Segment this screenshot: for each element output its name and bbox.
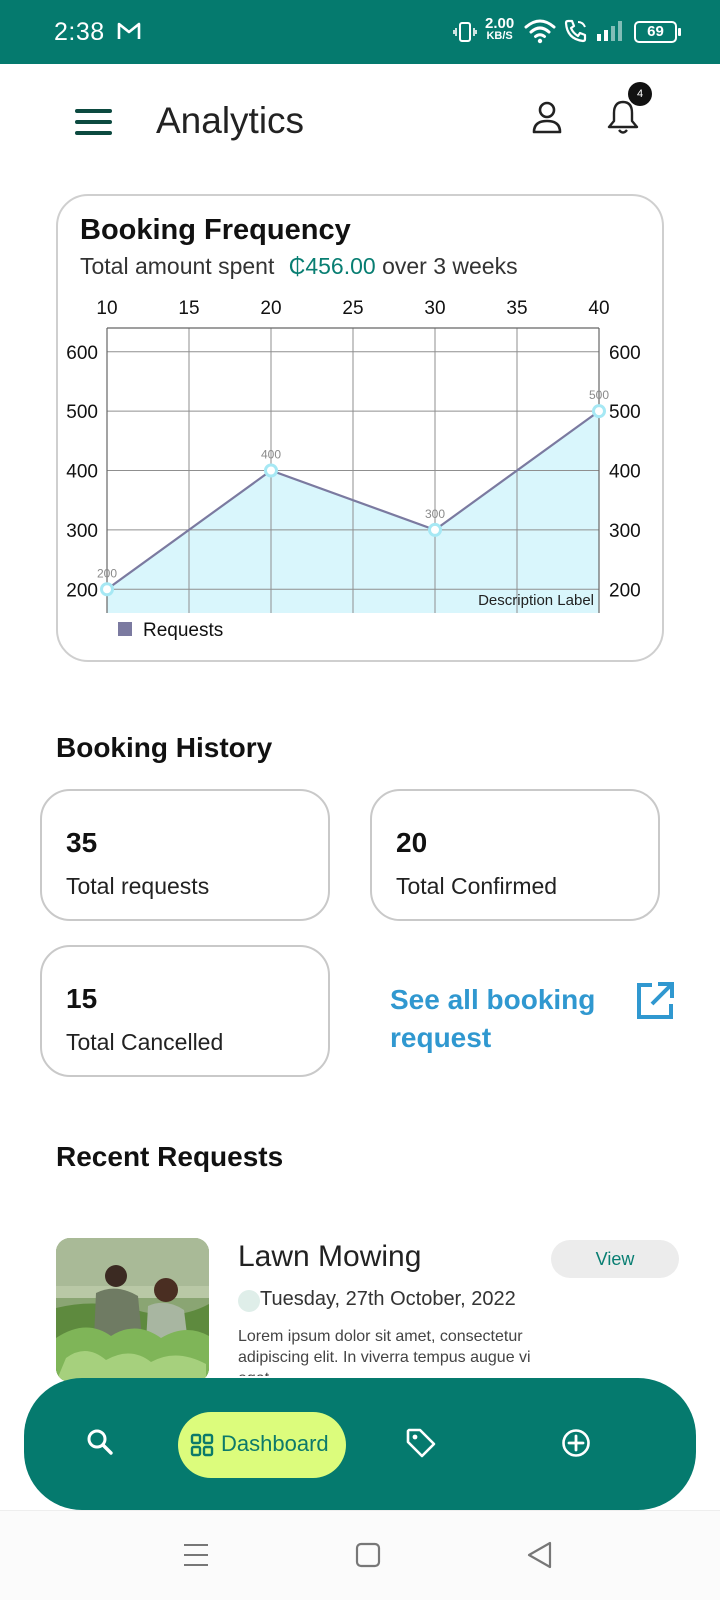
status-bar: 2:38 2.00 KB/S 69 [0,0,720,64]
recent-apps-icon[interactable] [183,1542,209,1568]
dashboard-icon [190,1433,214,1457]
x-tick-label: 15 [178,298,199,319]
see-all-bookings-link[interactable]: See all booking request [390,981,620,1057]
data-point [100,582,114,597]
data-point-label: 500 [589,388,609,402]
user-icon[interactable] [530,100,564,136]
y-tick-label-left: 500 [66,402,98,423]
y-tick-label-left: 200 [66,580,98,601]
nav-dashboard-button[interactable]: Dashboard [178,1412,346,1478]
stat-label: Total Cancelled [66,1029,224,1055]
view-request-button[interactable]: View [551,1240,679,1278]
network-speed-unit: KB/S [486,30,513,42]
calendar-icon [238,1290,260,1312]
data-point [592,404,606,419]
wifi-icon [524,19,556,44]
bottom-navigation [24,1378,696,1510]
page-title: Analytics [156,100,305,141]
booking-frequency-subtitle: Total amount spent ₵456.00 over 3 weeks [80,253,518,280]
add-circle-icon[interactable] [561,1428,591,1458]
data-point [428,522,442,537]
battery-icon: 69 [634,21,681,43]
x-tick-label: 20 [260,298,281,319]
y-tick-label-left: 300 [66,521,98,542]
booking-frequency-chart: 10 15 20 25 30 35 40200 200300 300400 400500 50060… [66,298,641,641]
chart-description-label: Description Label [478,592,594,609]
legend-swatch-requests [118,622,132,636]
search-icon[interactable] [86,1428,114,1456]
y-tick-label-right: 500 [609,402,641,423]
booking-history-title: Booking History [56,732,273,763]
legend-label-requests: Requests [143,620,223,641]
wifi-calling-icon [564,19,587,43]
subtitle-suffix: over 3 weeks [382,253,518,279]
network-speed: 2.00 KB/S [485,16,514,43]
data-point [264,463,278,478]
y-tick-label-right: 300 [609,521,641,542]
y-tick-label-left: 600 [66,343,98,364]
stat-card-total-confirmed[interactable]: 20 Total Confirmed [370,789,660,921]
x-tick-label: 10 [96,298,117,319]
y-tick-label-left: 400 [66,462,98,483]
back-icon[interactable] [527,1541,553,1569]
stat-card-total-requests[interactable]: 35 Total requests [40,789,330,921]
y-tick-label-right: 200 [609,580,641,601]
nav-dashboard-label: Dashboard [221,1431,329,1456]
home-icon[interactable] [355,1542,381,1568]
booking-frequency-title: Booking Frequency [80,214,351,246]
request-date: Tuesday, 27th October, 2022 [260,1288,516,1310]
request-thumbnail[interactable] [56,1238,209,1382]
notification-badge: 4 [628,82,652,106]
data-point-label: 400 [261,448,281,462]
tag-icon[interactable] [405,1427,437,1459]
stat-label: Total requests [66,873,210,899]
vibrate-icon [453,22,477,42]
y-tick-label-right: 600 [609,343,641,364]
data-point-label: 300 [425,507,445,521]
x-tick-label: 30 [424,298,445,319]
y-tick-label-right: 400 [609,462,641,483]
stat-card-total-cancelled[interactable]: 15 Total Cancelled [40,945,330,1077]
signal-icon [597,21,622,41]
request-title: Lawn Mowing [238,1240,422,1273]
stat-value: 20 [396,827,428,858]
gmail-icon [117,22,141,39]
stat-value: 15 [66,983,98,1014]
external-link-icon[interactable] [634,980,676,1022]
stat-value: 35 [66,827,98,858]
x-tick-label: 40 [588,298,609,319]
data-point-label: 200 [97,566,117,580]
stat-label: Total Confirmed [396,873,558,899]
subtitle-prefix: Total amount spent [80,253,275,279]
x-tick-label: 25 [342,298,363,319]
amount-spent: ₵456.00 [288,253,376,279]
x-tick-label: 35 [506,298,527,319]
recent-requests-title: Recent Requests [56,1141,284,1172]
hamburger-menu-icon[interactable] [75,109,113,137]
request-description: Lorem ipsum dolor sit amet, consectetur … [238,1328,531,1376]
status-time: 2:38 [54,18,105,46]
